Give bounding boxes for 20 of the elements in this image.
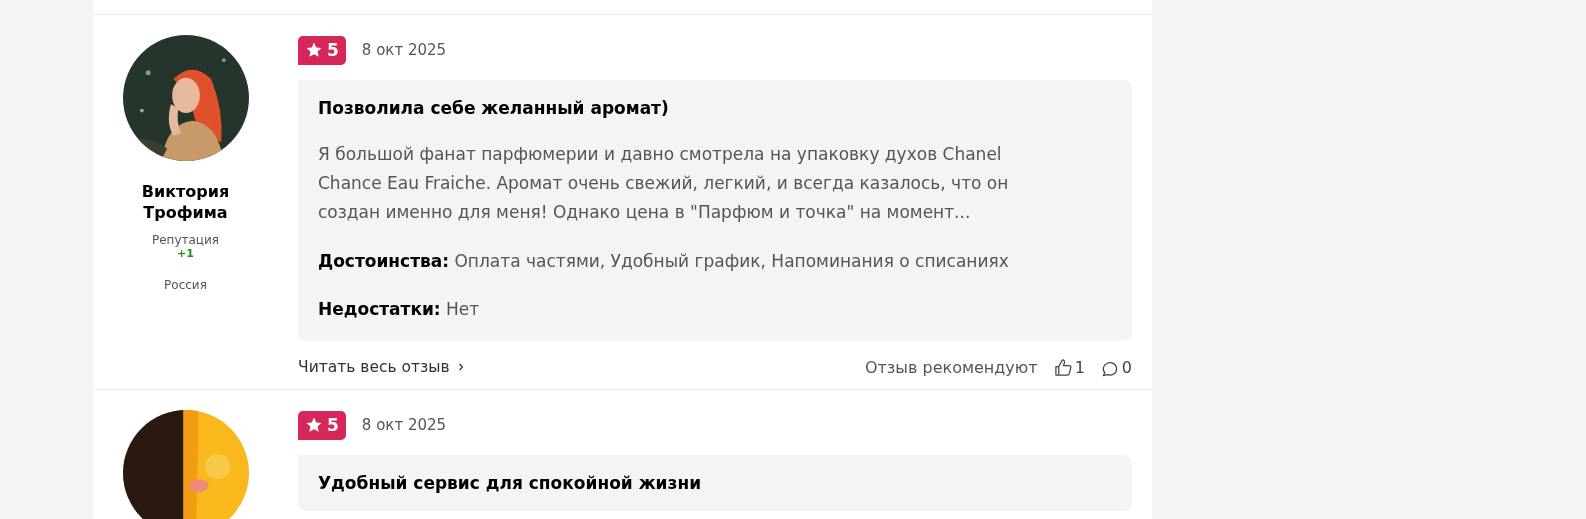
author-country: Россия (164, 278, 207, 292)
thumbs-up-icon (1053, 357, 1073, 377)
rating-value: 5 (327, 40, 339, 60)
rating-value: 5 (327, 415, 339, 435)
review-date: 8 окт 2025 (361, 416, 447, 434)
star-icon (305, 416, 323, 434)
read-more-link[interactable]: Читать весь отзыв (298, 358, 466, 376)
star-icon (305, 41, 323, 59)
like-button[interactable]: 1 (1053, 357, 1085, 377)
reputation-value: +1 (177, 247, 194, 260)
reputation-label: Репутация (151, 233, 220, 247)
review-date: 8 окт 2025 (361, 41, 447, 59)
review-text: Я большой фанат парфюмерии и давно смотрела на упаковку духов Chanel Chance Eau Fraiche. Аромат очень свежий, легкий, и всегда казалось, что он создан именно для меня! Однако цена в "Парфюм и точка" на момент... (318, 143, 1010, 224)
recommend-label: Отзыв рекомендуют (864, 357, 1038, 377)
author-name[interactable]: Виктория Трофима (130, 181, 241, 223)
review-pros: Достоинства: Оплата частями, Удобный график, Напоминания о списаниях (318, 250, 1010, 273)
review-title: Позволила себе желанный аромат) (318, 98, 670, 118)
review-cons: Недостатки: Нет (318, 298, 481, 321)
comments-button[interactable]: 0 (1100, 357, 1132, 377)
review-title: Удобный сервис для спокойной жизни (318, 473, 703, 493)
